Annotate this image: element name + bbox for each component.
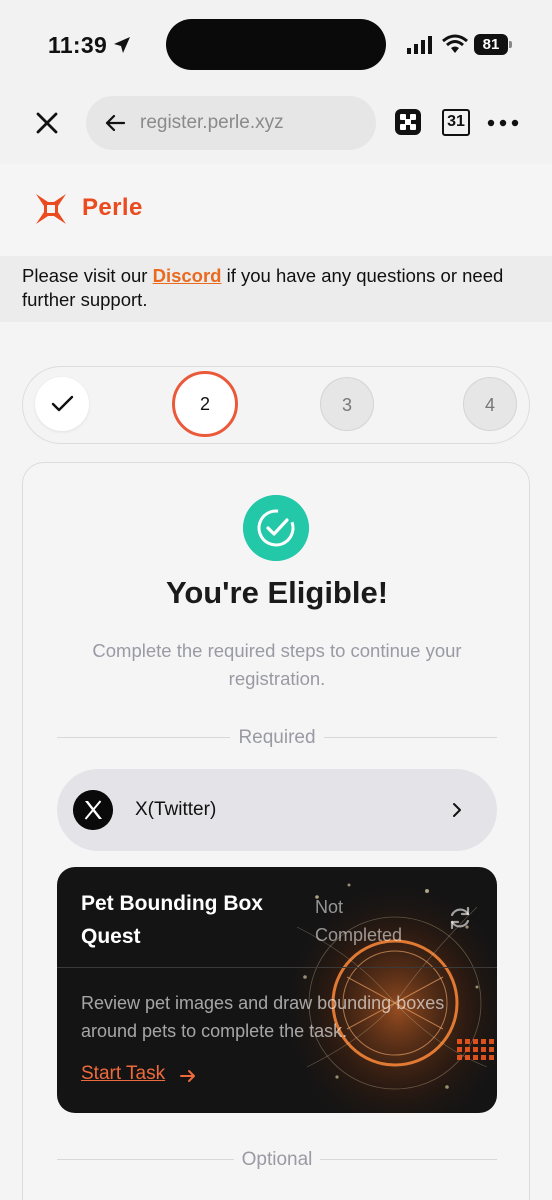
registration-stepper: 2 3 4 xyxy=(22,366,530,444)
arrow-right-icon[interactable] xyxy=(179,1067,197,1085)
eligibility-title: You're Eligible! xyxy=(165,575,389,610)
notice-prefix: Please visit our xyxy=(22,265,153,286)
quest-status: Not Completed xyxy=(315,897,403,945)
browser-toolbar: register.perle.xyz 31 xyxy=(0,92,552,164)
close-icon[interactable] xyxy=(34,110,60,136)
step-3: 3 xyxy=(320,377,374,431)
check-circle-icon xyxy=(243,495,309,561)
step-4: 4 xyxy=(463,377,517,431)
extension-icon[interactable] xyxy=(394,108,422,136)
location-arrow-icon xyxy=(114,37,130,53)
calendar-icon[interactable]: 31 xyxy=(442,109,470,136)
signal-icon xyxy=(407,36,432,54)
quest-separator xyxy=(57,967,497,968)
quest-description: Review pet images and draw bounding boxe… xyxy=(81,993,445,1041)
twitter-label[interactable]: X(Twitter) xyxy=(135,799,216,821)
x-logo-icon xyxy=(73,790,113,830)
support-notice: Please visit our Discord if you have any… xyxy=(0,256,552,322)
required-label: Required xyxy=(230,727,324,748)
optional-label: Optional xyxy=(233,1149,321,1170)
discord-link[interactable]: Discord xyxy=(153,265,222,286)
url-text[interactable]: register.perle.xyz xyxy=(140,112,284,134)
quest-card[interactable]: Pet Bounding Box Quest Not Completed Rev… xyxy=(57,867,497,1113)
optional-divider: Optional xyxy=(57,1149,497,1170)
eligibility-card: You're Eligible! Complete the required s… xyxy=(22,462,530,1200)
step-1-complete xyxy=(35,377,89,431)
battery-percent: 81 xyxy=(482,36,500,53)
eligibility-subtitle: Complete the required steps to continue … xyxy=(92,640,462,689)
quest-title: Pet Bounding Box Quest xyxy=(81,892,263,948)
start-task-link[interactable]: Start Task xyxy=(81,1063,165,1085)
required-divider: Required xyxy=(57,727,497,748)
url-bar[interactable]: register.perle.xyz xyxy=(86,96,376,150)
twitter-task-row[interactable]: X(Twitter) xyxy=(57,769,497,851)
perle-logo-icon[interactable] xyxy=(34,192,68,226)
status-time: 11:39 xyxy=(48,32,108,58)
more-icon[interactable] xyxy=(487,119,519,127)
battery-icon: 81 xyxy=(474,34,512,55)
dynamic-island xyxy=(166,19,386,70)
site-header: Perle xyxy=(0,164,552,256)
step-2-current: 2 xyxy=(172,371,238,437)
back-arrow-icon[interactable] xyxy=(104,112,126,134)
status-bar: 11:39 81 xyxy=(0,0,552,92)
chevron-right-icon[interactable] xyxy=(451,802,463,818)
wifi-icon xyxy=(442,34,468,53)
refresh-icon[interactable] xyxy=(447,905,473,931)
brand-name[interactable]: Perle xyxy=(82,194,143,222)
checkmark-icon xyxy=(51,395,74,412)
